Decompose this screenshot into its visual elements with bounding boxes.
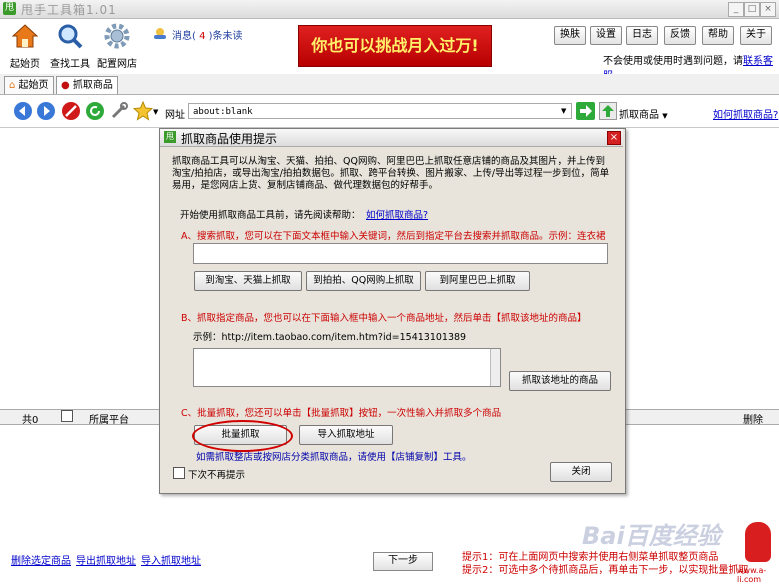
- log-button[interactable]: 日志: [626, 26, 658, 45]
- dialog-title: 抓取商品使用提示: [181, 132, 278, 146]
- how-to-grab-link[interactable]: 如何抓取商品?: [713, 106, 778, 121]
- site-watermark: www.a-li.com: [737, 566, 767, 584]
- tool-home[interactable]: 起始页: [0, 22, 50, 70]
- home-icon: [11, 24, 39, 48]
- import-urls-button[interactable]: 导入抓取地址: [299, 425, 393, 445]
- grab-goods-icon[interactable]: [599, 102, 617, 120]
- grab-url-button[interactable]: 抓取该地址的商品: [509, 371, 611, 391]
- back-icon[interactable]: [14, 102, 32, 120]
- tools-icon[interactable]: [110, 102, 128, 120]
- delete-column[interactable]: 删除: [743, 411, 763, 426]
- settings-button[interactable]: 设置: [590, 26, 622, 45]
- grab-goods-menu[interactable]: 抓取商品 ▼: [619, 106, 668, 121]
- section-b-example: 示例：http://item.taobao.com/item.htm?id=15…: [193, 332, 467, 343]
- forward-icon[interactable]: [37, 102, 55, 120]
- feedback-button[interactable]: 反馈: [664, 26, 696, 45]
- highlight-annotation: [192, 420, 293, 452]
- address-input[interactable]: about:blank: [188, 103, 572, 119]
- tool-search[interactable]: 查找工具: [45, 22, 95, 70]
- help-button[interactable]: 帮助: [702, 26, 734, 45]
- minimize-button[interactable]: _: [728, 2, 744, 17]
- no-show-checkbox[interactable]: [173, 467, 185, 479]
- close-button[interactable]: ×: [760, 2, 776, 17]
- grab-taobao-button[interactable]: 到淘宝、天猫上抓取: [194, 271, 302, 291]
- gear-icon: [104, 23, 130, 49]
- skin-button[interactable]: 换肤: [554, 26, 586, 45]
- about-button[interactable]: 关于: [740, 26, 772, 45]
- read-help-text: 开始使用抓取商品工具前，请先阅读帮助：: [180, 210, 361, 221]
- refresh-icon[interactable]: [86, 102, 104, 120]
- address-label: 网址: [165, 110, 185, 121]
- dialog-intro: 抓取商品工具可以从淘宝、天猫、拍拍、QQ网购、阿里巴巴上抓取任意店铺的商品及其图…: [172, 156, 610, 191]
- shop-copy-note: 如需抓取整店或按网店分类抓取商品，请使用【店铺复制】工具。: [196, 452, 472, 463]
- dialog-close-button[interactable]: 关闭: [550, 462, 612, 482]
- chevron-down-icon: ▼: [662, 112, 668, 120]
- grab-icon: ●: [61, 80, 70, 91]
- section-b-text: B、抓取指定商品，您也可以在下面输入框中输入一个商品地址，然后单击【抓取该地址的…: [181, 313, 587, 324]
- grab-alibaba-button[interactable]: 到阿里巴巴上抓取: [425, 271, 530, 291]
- import-urls-link[interactable]: 导入抓取地址: [141, 552, 201, 567]
- grab-paipai-button[interactable]: 到拍拍、QQ网购上抓取: [306, 271, 421, 291]
- go-icon[interactable]: [576, 102, 595, 120]
- no-show-label: 下次不再提示: [188, 470, 246, 481]
- promo-banner[interactable]: 你也可以挑战月入过万!: [298, 25, 492, 67]
- section-a-text: A、搜索抓取，您可以在下面文本框中输入关键词，然后到指定平台去搜索并抓取商品。示…: [181, 231, 606, 242]
- mascot-logo: [745, 522, 771, 562]
- tab-grab-goods[interactable]: ● 抓取商品: [56, 76, 118, 94]
- baidu-watermark: Bai百度经验: [582, 522, 721, 550]
- close-icon[interactable]: ×: [607, 131, 621, 145]
- select-all-checkbox[interactable]: [61, 410, 73, 422]
- app-icon: 甩: [3, 2, 16, 15]
- home-icon: ⌂: [9, 80, 16, 91]
- maximize-button[interactable]: □: [744, 2, 760, 17]
- address-dropdown-icon[interactable]: ▼: [561, 107, 566, 115]
- search-icon: [58, 24, 83, 49]
- how-to-grab-dialog-link[interactable]: 如何抓取商品?: [366, 207, 428, 221]
- window-title: 甩手工具箱1.01: [21, 3, 117, 17]
- dialog-app-icon: 甩: [164, 131, 176, 143]
- goods-count: 共0: [22, 415, 39, 426]
- favorites-star-icon[interactable]: [132, 100, 154, 121]
- platform-column[interactable]: 所属平台: [89, 411, 129, 426]
- tip-2: 提示2：可选中多个待抓商品后，再单击下一步，以实现批量抓取: [462, 565, 749, 576]
- next-step-button[interactable]: 下一步: [373, 552, 433, 571]
- stop-icon[interactable]: [62, 102, 80, 120]
- messages-link[interactable]: 消息( 4 )条未读: [172, 27, 243, 42]
- goods-url-textarea[interactable]: [193, 348, 501, 387]
- tool-config-shop[interactable]: 配置网店: [92, 22, 142, 70]
- favorites-dropdown-icon[interactable]: ▼: [153, 108, 158, 116]
- message-icon: [154, 28, 166, 39]
- delete-selected-link[interactable]: 删除选定商品: [11, 552, 71, 567]
- export-urls-link[interactable]: 导出抓取地址: [76, 552, 136, 567]
- textarea-scrollbar[interactable]: [490, 349, 500, 386]
- keyword-input[interactable]: [193, 243, 608, 264]
- unread-count: 4: [199, 31, 206, 42]
- tab-start-page[interactable]: ⌂ 起始页: [4, 76, 54, 94]
- section-c-text: C、批量抓取，您还可以单击【批量抓取】按钮，一次性输入并抓取多个商品: [181, 408, 502, 419]
